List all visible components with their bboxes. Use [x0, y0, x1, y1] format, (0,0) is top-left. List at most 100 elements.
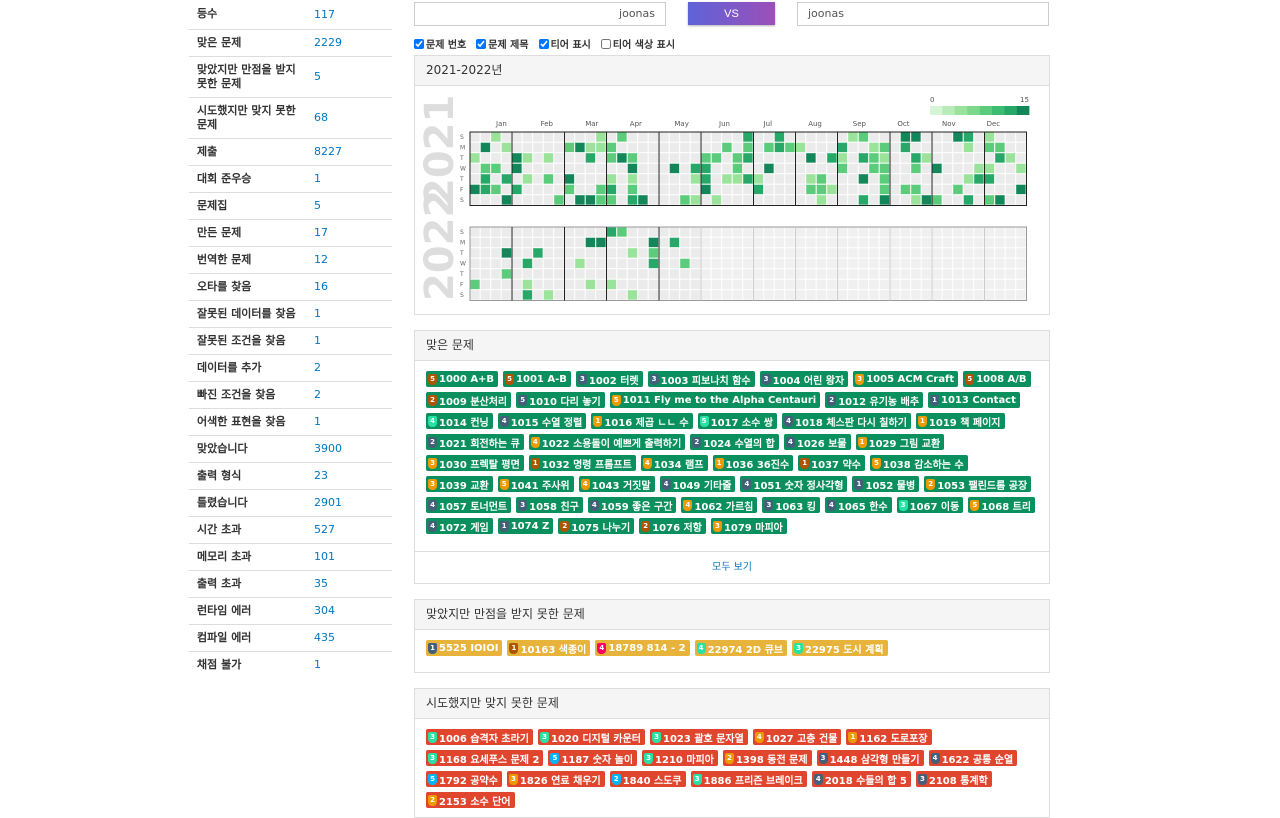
stats-value[interactable]: 1 [306, 407, 392, 435]
problem-tag[interactable]: 5 1792 공약수 [426, 771, 502, 787]
problem-tag[interactable]: 1 1029 그림 교환 [855, 434, 945, 450]
vs-button[interactable]: VS [688, 2, 775, 25]
stats-value[interactable]: 3900 [306, 434, 392, 462]
problem-tag[interactable]: 4 1057 토너먼트 [426, 497, 512, 513]
problem-tag[interactable]: 5 1187 숫자 놀이 [548, 750, 638, 766]
problem-tag[interactable]: 3 1003 피보나치 함수 [647, 371, 755, 387]
stats-value[interactable]: 12 [306, 245, 392, 273]
problem-tag[interactable]: 3 1005 ACM Craft [853, 371, 959, 387]
stats-value[interactable]: 304 [306, 596, 392, 624]
user-right-input[interactable]: joonas [797, 2, 1049, 26]
problem-tag[interactable]: 3 1168 요세푸스 문제 2 [426, 750, 544, 766]
problem-tag[interactable]: 1 5525 IOIOI [426, 640, 503, 656]
option-1[interactable]: 문제 제목 [476, 36, 529, 51]
problem-tag[interactable]: 5 1000 A+B [426, 371, 499, 387]
stats-value[interactable]: 1 [306, 299, 392, 327]
problem-tag[interactable]: 5 1038 감소하는 수 [869, 455, 968, 471]
problem-tag[interactable]: 3 1002 터렛 [575, 371, 643, 387]
problem-tag[interactable]: 4 1015 수열 정렬 [497, 413, 587, 429]
problem-tag[interactable]: 4 1051 숫자 정사각형 [740, 476, 848, 492]
problem-tag[interactable]: 3 2108 통계학 [915, 771, 992, 787]
problem-tag[interactable]: 5 1068 트리 [968, 497, 1036, 513]
problem-tag[interactable]: 4 1027 고층 건물 [752, 729, 842, 745]
problem-tag[interactable]: 3 1020 디지털 카운터 [538, 729, 645, 745]
stats-value[interactable]: 2 [306, 380, 392, 408]
show-all-link[interactable]: 모두 보기 [712, 562, 752, 573]
problem-tag[interactable]: 4 18789 814 - 2 [595, 640, 690, 656]
stats-value[interactable]: 16 [306, 272, 392, 300]
problem-tag[interactable]: 5 1041 주사위 [497, 476, 574, 492]
problem-tag[interactable]: 4 1059 좋은 구간 [587, 497, 677, 513]
problem-tag[interactable]: 5 1010 다리 놓기 [516, 392, 605, 408]
option-checkbox[interactable] [538, 38, 549, 49]
stats-value[interactable]: 2 [306, 353, 392, 381]
option-2[interactable]: 티어 표시 [538, 36, 591, 51]
problem-tag[interactable]: 4 1065 한수 [824, 497, 892, 513]
problem-tag[interactable]: 4 1072 게임 [426, 518, 493, 534]
stats-value[interactable]: 1 [306, 164, 392, 192]
problem-tag[interactable]: 4 1026 보물 [783, 434, 851, 450]
problem-tag[interactable]: 2 1076 저항 [639, 518, 706, 534]
option-checkbox[interactable] [414, 38, 424, 49]
stats-value[interactable]: 2901 [306, 488, 392, 516]
problem-tag[interactable]: 1 1162 도로포장 [846, 729, 932, 745]
problem-tag[interactable]: 3 1023 괄호 문자열 [650, 729, 748, 745]
problem-tag[interactable]: 5 1008 A/B [963, 371, 1031, 387]
problem-tag[interactable]: 3 1079 마피아 [710, 518, 787, 534]
problem-tag[interactable]: 4 1062 가르침 [681, 497, 758, 513]
stats-value[interactable]: 101 [306, 542, 392, 570]
problem-tag[interactable]: 3 1039 교환 [426, 476, 493, 492]
problem-tag[interactable]: 5 1011 Fly me to the Alpha Centauri [609, 392, 821, 408]
problem-tag[interactable]: 3 1004 어린 왕자 [759, 371, 849, 387]
problem-tag[interactable]: 1 10163 색종이 [507, 640, 591, 656]
problem-tag[interactable]: 4 2018 수들의 합 5 [811, 771, 911, 787]
problem-tag[interactable]: 3 22975 도시 계획 [792, 640, 888, 656]
problem-tag[interactable]: 3 1006 습격자 초라기 [426, 729, 533, 745]
problem-tag[interactable]: 1 1013 Contact [928, 392, 1020, 408]
stats-value[interactable]: 35 [306, 569, 392, 597]
problem-tag[interactable]: 2 1009 분산처리 [426, 392, 512, 408]
problem-tag[interactable]: 4 1034 램프 [640, 455, 708, 471]
problem-tag[interactable]: 4 1014 컨닝 [426, 413, 493, 429]
problem-tag[interactable]: 2 2153 소수 단어 [426, 792, 515, 808]
option-checkbox[interactable] [476, 38, 487, 49]
problem-tag[interactable]: 4 1022 소용돌이 예쁘게 출력하기 [528, 434, 686, 450]
problem-tag[interactable]: 2 1021 회전하는 큐 [426, 434, 524, 450]
stats-value[interactable]: 8227 [306, 137, 392, 165]
stats-value[interactable]: 435 [306, 623, 392, 651]
problem-tag[interactable]: 3 1826 연료 채우기 [506, 771, 605, 787]
stats-value[interactable]: 117 [306, 0, 392, 29]
problem-tag[interactable]: 1 1036 36진수 [712, 455, 794, 471]
problem-tag[interactable]: 2 1012 유기농 배추 [825, 392, 924, 408]
problem-tag[interactable]: 4 1049 기타줄 [659, 476, 736, 492]
stats-value[interactable]: 1 [306, 326, 392, 354]
problem-tag[interactable]: 1 1016 제곱 ㄴㄴ 수 [591, 413, 693, 429]
problem-tag[interactable]: 3 1030 프렉탈 평면 [426, 455, 524, 471]
problem-tag[interactable]: 3 1058 친구 [516, 497, 583, 513]
problem-tag[interactable]: 3 1886 프리즌 브레이크 [690, 771, 807, 787]
problem-tag[interactable]: 3 1067 이동 [896, 497, 964, 513]
stats-value[interactable]: 5 [306, 191, 392, 219]
problem-tag[interactable]: 2 1075 나누기 [558, 518, 635, 534]
problem-tag[interactable]: 4 1018 체스판 다시 칠하기 [782, 413, 911, 429]
option-checkbox[interactable] [600, 38, 611, 49]
option-0[interactable]: 문제 번호 [414, 36, 466, 51]
problem-tag[interactable]: 3 1063 킹 [762, 497, 820, 513]
problem-tag[interactable]: 3 1448 삼각형 만들기 [816, 750, 924, 766]
problem-tag[interactable]: 2 1398 동전 문제 [722, 750, 812, 766]
problem-tag[interactable]: 4 22974 2D 큐브 [694, 640, 787, 656]
problem-tag[interactable]: 5 1017 소수 쌍 [697, 413, 778, 429]
problem-tag[interactable]: 4 1622 공통 순열 [928, 750, 1018, 766]
stats-value[interactable]: 17 [306, 218, 392, 246]
problem-tag[interactable]: 5 1001 A-B [503, 371, 571, 387]
option-3[interactable]: 티어 색상 표시 [600, 36, 675, 51]
stats-value[interactable]: 5 [306, 55, 392, 97]
problem-tag[interactable]: 1 1037 약수 [798, 455, 865, 471]
stats-value[interactable]: 23 [306, 461, 392, 489]
stats-value[interactable]: 527 [306, 515, 392, 543]
stats-value[interactable]: 1 [306, 650, 392, 678]
problem-tag[interactable]: 4 1043 거짓말 [578, 476, 655, 492]
problem-tag[interactable]: 2 1840 스도쿠 [609, 771, 686, 787]
problem-tag[interactable]: 1 1074 Z [497, 518, 554, 534]
stats-value[interactable]: 68 [306, 96, 392, 138]
